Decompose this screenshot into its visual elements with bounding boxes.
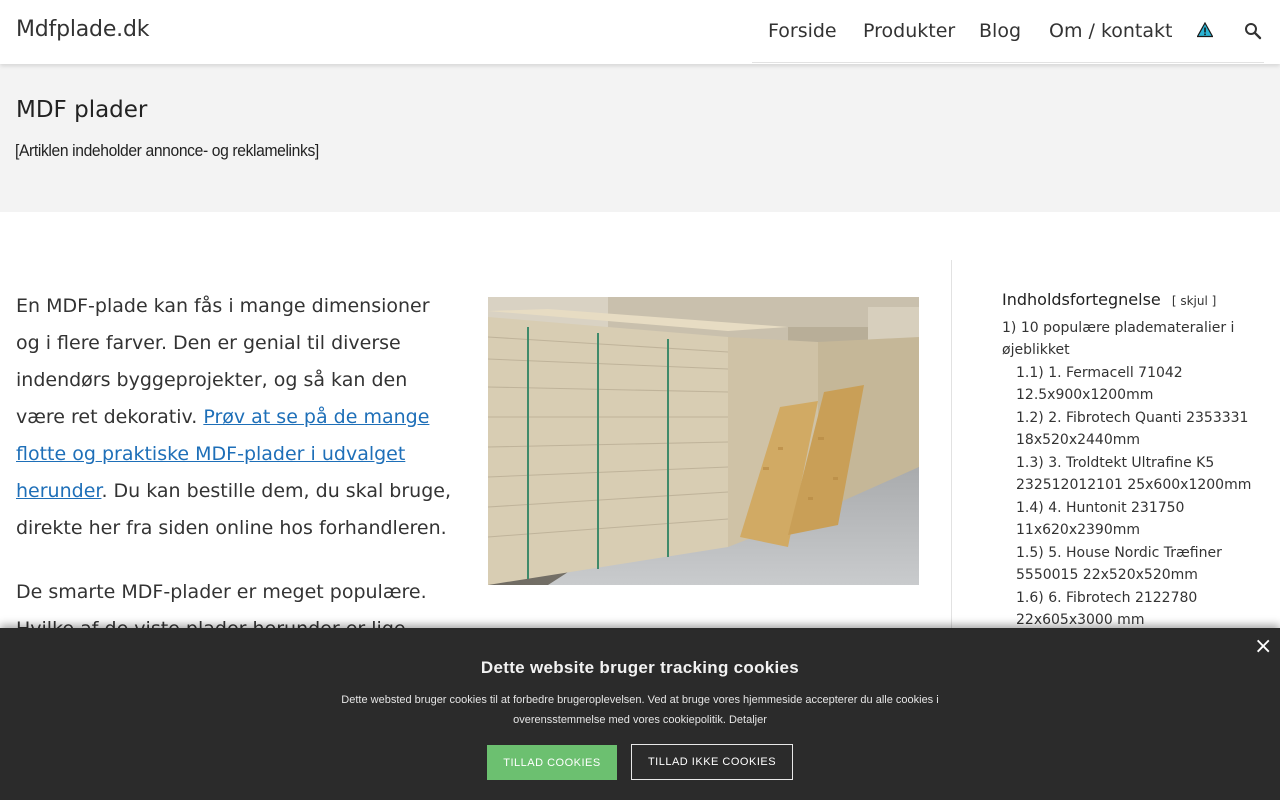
toc-link-1-1[interactable]: 1.1) 1. Fermacell 71042 12.5x900x1200mm	[1016, 365, 1183, 403]
cookie-banner: × Dette website bruger tracking cookies …	[0, 628, 1280, 800]
toc-item-number: 1.2)	[1016, 410, 1044, 426]
mdf-boards-image	[488, 297, 919, 585]
toc-item-number: 1.5)	[1016, 545, 1044, 561]
toc-item: 1) 10 populære plademateralier i øjeblik…	[1002, 317, 1252, 361]
toc-item: 1.5) 5. House Nordic Træfiner 5550015 22…	[1002, 542, 1252, 586]
cookie-message-text: Dette websted bruger cookies til at forb…	[341, 694, 939, 726]
toc-item-text: 2. Fibrotech Quanti 2353331 18x520x2440m…	[1016, 410, 1249, 448]
toc-link-1-6[interactable]: 1.6) 6. Fibrotech 2122780 22x605x3000 mm	[1016, 590, 1197, 628]
toc-item: 1.6) 6. Fibrotech 2122780 22x605x3000 mm	[1002, 587, 1252, 631]
cookie-message: Dette websted bruger cookies til at forb…	[340, 690, 940, 730]
toc-item: 1.4) 4. Huntonit 231750 11x620x2390mm	[1002, 497, 1252, 541]
nav-item-produkter[interactable]: Produkter	[863, 20, 955, 42]
warning-icon[interactable]	[1196, 21, 1215, 40]
toc-item: 1.3) 3. Troldtekt Ultrafine K5 232512012…	[1002, 452, 1252, 496]
title-band: MDF plader [Artiklen indeholder annonce-…	[0, 64, 1280, 212]
toc-item-text: 5. House Nordic Træfiner 5550015 22x520x…	[1016, 545, 1222, 583]
toc-title: Indholdsfortegnelse	[1002, 290, 1161, 309]
toc-toggle: [ skjul ]	[1171, 294, 1217, 308]
toc-link-1-5[interactable]: 1.5) 5. House Nordic Træfiner 5550015 22…	[1016, 545, 1222, 583]
nav-item-om-kontakt[interactable]: Om / kontakt	[1049, 20, 1172, 42]
toc-link-1-4[interactable]: 1.4) 4. Huntonit 231750 11x620x2390mm	[1016, 500, 1184, 538]
close-icon[interactable]: ×	[1254, 634, 1272, 659]
toc-item-number: 1.6)	[1016, 590, 1044, 606]
cookie-details-link[interactable]: Detaljer	[729, 714, 767, 726]
toc-link-1-2[interactable]: 1.2) 2. Fibrotech Quanti 2353331 18x520x…	[1016, 410, 1248, 448]
main-nav: Forside Produkter Blog Om / kontakt	[752, 0, 1264, 63]
toc-item-number: 1.1)	[1016, 365, 1044, 381]
toc-item-number: 1)	[1002, 320, 1017, 336]
site-header: Mdfplade.dk Forside Produkter Blog Om / …	[0, 0, 1280, 64]
allow-cookies-button[interactable]: TILLAD COOKIES	[487, 745, 617, 780]
ad-disclaimer: [Artiklen indeholder annonce- og reklame…	[15, 141, 319, 160]
toc-item-number: 1.4)	[1016, 500, 1044, 516]
toc-item: 1.1) 1. Fermacell 71042 12.5x900x1200mm	[1002, 362, 1252, 406]
deny-cookies-button[interactable]: TILLAD IKKE COOKIES	[631, 744, 793, 780]
site-title-link[interactable]: Mdfplade.dk	[16, 17, 149, 42]
toc-item: 1.2) 2. Fibrotech Quanti 2353331 18x520x…	[1002, 407, 1252, 451]
cookie-title: Dette website bruger tracking cookies	[480, 658, 800, 677]
toc-link-1-3[interactable]: 1.3) 3. Troldtekt Ultrafine K5 232512012…	[1016, 455, 1251, 493]
table-of-contents: Indholdsfortegnelse [ skjul ] 1) 10 popu…	[1002, 290, 1252, 632]
toc-item-text: 6. Fibrotech 2122780 22x605x3000 mm	[1016, 590, 1198, 628]
page-title: MDF plader	[16, 97, 148, 123]
toc-link-1[interactable]: 1) 10 populære plademateralier i øjeblik…	[1002, 320, 1234, 358]
toc-item-number: 1.3)	[1016, 455, 1044, 471]
sidebar-divider	[951, 260, 952, 640]
intro-paragraph: En MDF-plade kan fås i mange dimensioner…	[16, 288, 452, 547]
toc-header: Indholdsfortegnelse [ skjul ]	[1002, 290, 1252, 309]
toc-hide-link[interactable]: skjul	[1180, 294, 1207, 308]
toc-item-text: 10 populære plademateralier i øjeblikket	[1002, 320, 1235, 358]
toc-item-text: 3. Troldtekt Ultrafine K5 232512012101 2…	[1016, 455, 1252, 493]
search-icon[interactable]	[1244, 22, 1262, 40]
nav-item-forside[interactable]: Forside	[768, 20, 837, 42]
nav-item-blog[interactable]: Blog	[979, 20, 1021, 42]
